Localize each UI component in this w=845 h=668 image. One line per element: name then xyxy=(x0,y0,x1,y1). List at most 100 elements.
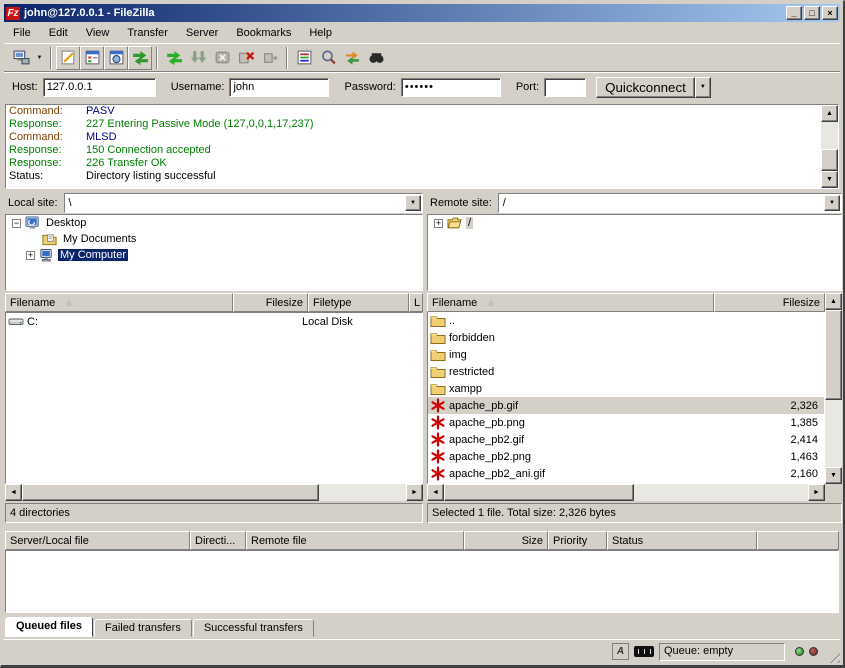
file-row-c-drive[interactable]: C: Local Disk xyxy=(6,313,422,330)
remote-site-combo[interactable]: / ▼ xyxy=(498,193,842,213)
column-label: L xyxy=(414,297,420,309)
reconnect-icon[interactable] xyxy=(258,46,282,70)
scroll-down-icon[interactable]: ▼ xyxy=(821,171,838,188)
menu-file[interactable]: File xyxy=(4,25,40,41)
scroll-right-icon[interactable]: ► xyxy=(808,484,825,501)
file-row-selected[interactable]: apache_pb.gif 2,326 xyxy=(428,397,824,414)
file-row[interactable]: forbidden xyxy=(428,329,824,346)
menu-transfer[interactable]: Transfer xyxy=(118,25,177,41)
column-remote-file[interactable]: Remote file xyxy=(246,531,464,550)
site-manager-dropdown-icon[interactable]: ▼ xyxy=(33,46,46,70)
file-row[interactable]: .. xyxy=(428,312,824,329)
column-filesize[interactable]: Filesize xyxy=(714,293,825,312)
local-site-dropdown-icon[interactable]: ▼ xyxy=(405,195,421,211)
log-scrollbar[interactable]: ▲ ▼ xyxy=(821,105,838,188)
scrollbar-thumb[interactable] xyxy=(821,149,838,171)
tree-item-my-computer[interactable]: + My Computer xyxy=(6,247,422,263)
file-row[interactable]: apache_pb2_ani.gif 2,160 xyxy=(428,465,824,482)
column-filename[interactable]: Filename xyxy=(427,293,714,312)
file-name: .. xyxy=(449,315,719,327)
menu-server[interactable]: Server xyxy=(177,25,227,41)
menu-edit[interactable]: Edit xyxy=(40,25,77,41)
column-priority[interactable]: Priority xyxy=(548,531,607,550)
title-bar[interactable]: Fz john@127.0.0.1 - FileZilla _ □ × xyxy=(4,4,840,22)
transfer-type-icon[interactable]: A xyxy=(612,643,629,660)
tree-item-label[interactable]: My Documents xyxy=(61,233,138,245)
remote-vertical-scrollbar[interactable]: ▲ ▼ xyxy=(825,293,842,484)
tree-item-label[interactable]: / xyxy=(466,217,473,229)
quickconnect-dropdown-icon[interactable]: ▼ xyxy=(695,77,711,98)
find-files-icon[interactable] xyxy=(364,46,388,70)
column-size[interactable]: Size xyxy=(464,531,548,550)
scroll-left-icon[interactable]: ◄ xyxy=(427,484,444,501)
close-button[interactable]: × xyxy=(822,6,838,20)
directory-filters-icon[interactable] xyxy=(292,46,316,70)
toggle-local-tree-icon[interactable] xyxy=(80,46,104,70)
column-direction[interactable]: Directi... xyxy=(190,531,246,550)
menu-help[interactable]: Help xyxy=(300,25,341,41)
tree-item-label[interactable]: My Computer xyxy=(58,249,128,261)
refresh-icon[interactable] xyxy=(162,46,186,70)
scrollbar-thumb[interactable] xyxy=(444,484,634,501)
column-filename[interactable]: Filename xyxy=(5,293,233,312)
password-input[interactable] xyxy=(401,78,501,97)
site-manager-icon[interactable] xyxy=(9,46,33,70)
tree-item-label[interactable]: Desktop xyxy=(44,217,88,229)
synchronized-browsing-icon[interactable] xyxy=(340,46,364,70)
cancel-operation-icon[interactable] xyxy=(210,46,234,70)
queue-list[interactable] xyxy=(5,550,839,613)
disconnect-icon[interactable] xyxy=(234,46,258,70)
column-filetype[interactable]: Filetype xyxy=(308,293,409,312)
username-input[interactable] xyxy=(229,78,329,97)
menu-bookmarks[interactable]: Bookmarks xyxy=(227,25,300,41)
folder-icon xyxy=(430,313,446,328)
file-size: 1,385 xyxy=(719,417,824,429)
tree-item-root[interactable]: + / xyxy=(428,215,841,231)
file-row[interactable]: apache_pb2.gif 2,414 xyxy=(428,431,824,448)
scrollbar-thumb[interactable] xyxy=(825,310,842,400)
image-file-icon xyxy=(430,415,446,430)
menu-view[interactable]: View xyxy=(77,25,119,41)
resize-grip[interactable] xyxy=(826,649,840,663)
host-input[interactable] xyxy=(43,78,156,97)
port-input[interactable] xyxy=(544,78,586,97)
tab-queued-files[interactable]: Queued files xyxy=(5,617,93,637)
remote-site-dropdown-icon[interactable]: ▼ xyxy=(824,195,840,211)
expand-icon[interactable]: + xyxy=(26,251,35,260)
file-row[interactable]: restricted xyxy=(428,363,824,380)
scroll-down-icon[interactable]: ▼ xyxy=(825,467,842,484)
scroll-right-icon[interactable]: ► xyxy=(406,484,423,501)
column-last-modified[interactable]: L xyxy=(409,293,423,312)
column-filesize[interactable]: Filesize xyxy=(233,293,308,312)
column-server-local-file[interactable]: Server/Local file xyxy=(5,531,190,550)
speed-limit-icon[interactable] xyxy=(634,646,654,657)
quickconnect-button[interactable]: Quickconnect xyxy=(596,77,695,98)
tree-item-desktop[interactable]: − Desktop xyxy=(6,215,422,231)
tab-failed-transfers[interactable]: Failed transfers xyxy=(94,619,192,637)
tree-item-my-documents[interactable]: My Documents xyxy=(6,231,422,247)
toggle-transfer-queue-icon[interactable] xyxy=(128,46,152,70)
scroll-up-icon[interactable]: ▲ xyxy=(821,105,838,122)
minimize-button[interactable]: _ xyxy=(786,6,802,20)
local-horizontal-scrollbar[interactable]: ◄ ► xyxy=(5,484,423,501)
process-queue-icon[interactable] xyxy=(186,46,210,70)
scroll-up-icon[interactable]: ▲ xyxy=(825,293,842,310)
scroll-left-icon[interactable]: ◄ xyxy=(5,484,22,501)
toolbar-separator xyxy=(156,47,158,69)
maximize-button[interactable]: □ xyxy=(804,6,820,20)
expand-icon[interactable]: + xyxy=(434,219,443,228)
file-row[interactable]: img xyxy=(428,346,824,363)
collapse-icon[interactable]: − xyxy=(12,219,21,228)
remote-horizontal-scrollbar[interactable]: ◄ ► xyxy=(427,484,825,501)
toggle-remote-tree-icon[interactable] xyxy=(104,46,128,70)
toggle-message-log-icon[interactable] xyxy=(56,46,80,70)
local-site-combo[interactable]: \ ▼ xyxy=(64,193,423,213)
file-row[interactable]: apache_pb2.png 1,463 xyxy=(428,448,824,465)
tab-successful-transfers[interactable]: Successful transfers xyxy=(193,619,314,637)
file-row[interactable]: xampp xyxy=(428,380,824,397)
column-status[interactable]: Status xyxy=(607,531,757,550)
directory-comparison-icon[interactable] xyxy=(316,46,340,70)
file-row[interactable]: apache_pb.png 1,385 xyxy=(428,414,824,431)
file-size: 2,414 xyxy=(719,434,824,446)
scrollbar-thumb[interactable] xyxy=(22,484,319,501)
